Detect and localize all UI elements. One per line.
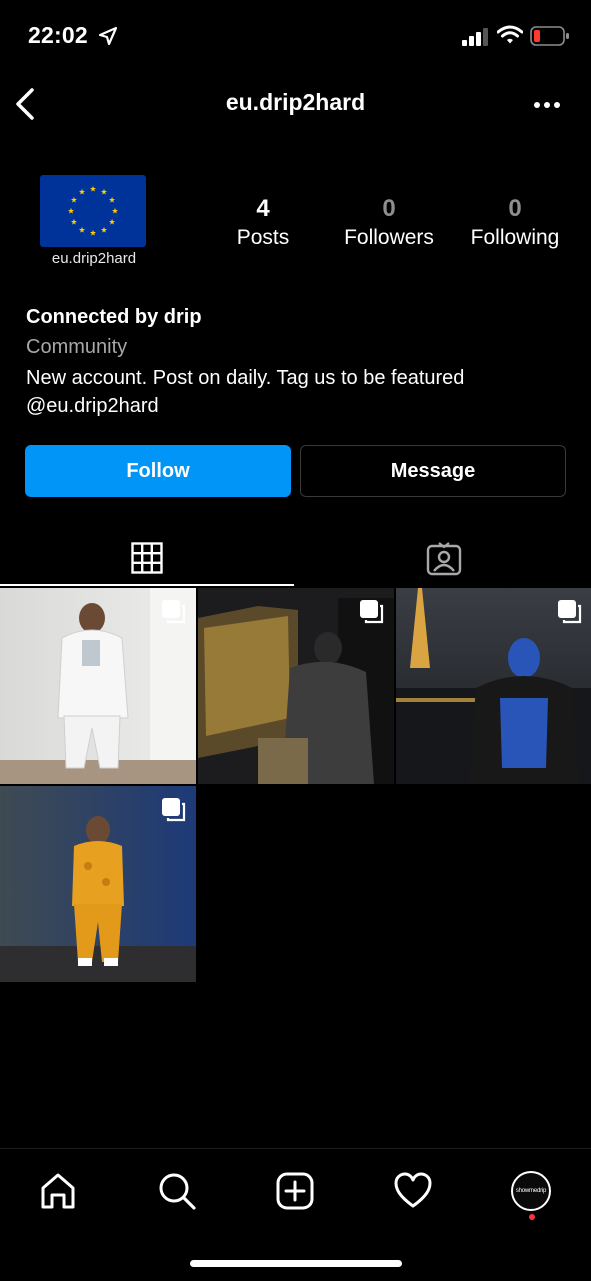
tagged-icon [426, 542, 461, 576]
stat-label: Following [470, 226, 560, 249]
notification-dot [529, 1214, 535, 1220]
heart-icon [394, 1172, 432, 1208]
profile-avatar-small: showmedrip [511, 1171, 551, 1211]
nav-search[interactable] [155, 1169, 199, 1213]
flag-star [67, 207, 75, 214]
tab-tagged[interactable] [296, 530, 591, 586]
followers-count[interactable]: 0 Followers [324, 196, 454, 250]
flag-star [70, 218, 77, 225]
flag-star [89, 229, 97, 236]
avatar-caption: eu.drip2hard [51, 250, 137, 267]
post-thumbnail[interactable] [0, 588, 196, 784]
posts-count[interactable]: 4 Posts [198, 196, 328, 250]
stat-label: Followers [344, 226, 434, 249]
battery-icon [530, 26, 569, 46]
nav-create[interactable] [273, 1169, 317, 1213]
active-tab-indicator [0, 584, 294, 586]
post-thumbnail[interactable] [198, 588, 394, 784]
home-icon [41, 1173, 75, 1209]
flag-star [109, 196, 116, 203]
post-thumbnail[interactable] [0, 786, 196, 982]
flag-star [109, 218, 116, 225]
flag-star [78, 226, 86, 233]
profile-category: Community [26, 336, 128, 358]
flag-star [78, 188, 86, 195]
location-arrow-icon [98, 26, 118, 46]
search-icon [159, 1173, 196, 1210]
flag-star [100, 226, 108, 233]
nav-avatar-text: showmedrip [515, 1188, 547, 1194]
nav-home[interactable] [36, 1169, 80, 1213]
profile-display-name: Connected by drip [26, 306, 202, 328]
following-count[interactable]: 0 Following [450, 196, 580, 250]
cellular-signal-icon [462, 28, 488, 46]
more-options-icon[interactable] [530, 98, 564, 112]
flag-star [89, 185, 97, 192]
stat-value: 4 [256, 195, 270, 222]
wifi-icon [497, 25, 523, 44]
create-icon [276, 1172, 314, 1210]
follow-button[interactable]: Follow [25, 445, 291, 497]
profile-avatar[interactable] [40, 175, 146, 247]
home-indicator[interactable] [190, 1260, 402, 1267]
carousel-icon [162, 600, 186, 624]
stat-value: 0 [382, 195, 396, 222]
status-time: 22:02 [28, 22, 88, 48]
flag-star [111, 207, 119, 214]
flag-star [70, 196, 77, 203]
stat-value: 0 [508, 195, 522, 222]
carousel-icon [360, 600, 384, 624]
carousel-icon [162, 798, 186, 822]
stat-label: Posts [236, 226, 290, 249]
flag-star [100, 188, 108, 195]
message-button[interactable]: Message [300, 445, 566, 497]
nav-activity[interactable] [391, 1169, 435, 1213]
eu-flag-icon [67, 185, 119, 236]
carousel-icon [558, 600, 582, 624]
post-thumbnail[interactable] [396, 588, 591, 784]
tab-posts-grid[interactable] [0, 530, 294, 586]
grid-icon [131, 542, 163, 574]
nav-profile[interactable]: showmedrip [509, 1169, 553, 1213]
header-username: eu.drip2hard [225, 89, 366, 115]
profile-bio: New account. Post on daily. Tag us to be… [26, 367, 465, 417]
